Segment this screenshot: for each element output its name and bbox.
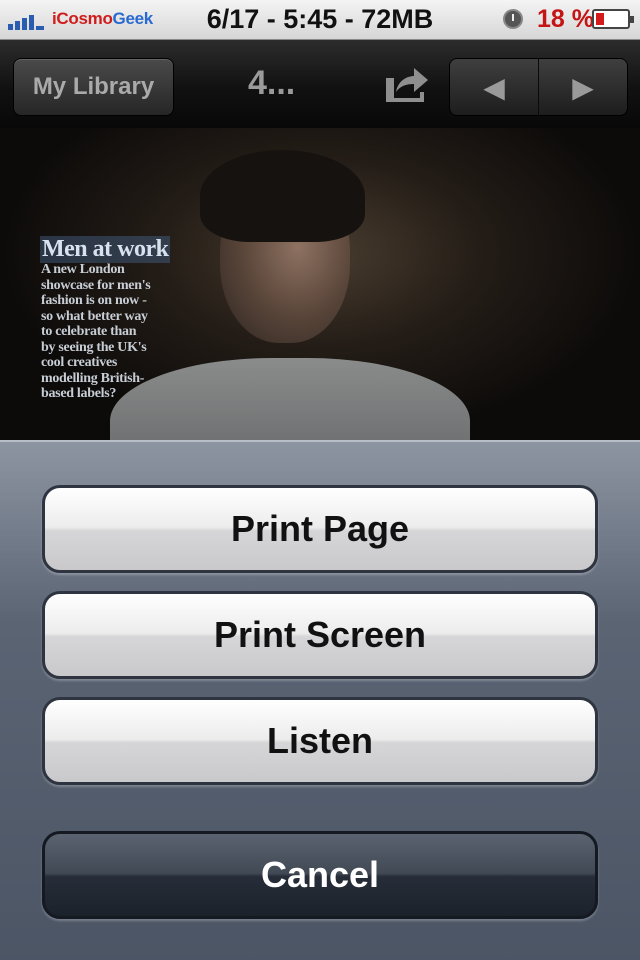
battery-icon bbox=[592, 9, 634, 29]
page-navigation: ◀ ▶ bbox=[449, 58, 628, 116]
action-sheet: Print Page Print Screen Listen Cancel bbox=[0, 440, 640, 960]
article-intro: A new London showcase for men's fashion … bbox=[41, 262, 151, 401]
print-page-button[interactable]: Print Page bbox=[42, 485, 598, 573]
previous-arrow-icon[interactable]: ◀ bbox=[450, 59, 539, 115]
my-library-button[interactable]: My Library bbox=[13, 58, 174, 116]
magazine-page-image: Men at work A new London showcase for me… bbox=[0, 128, 640, 440]
model-hair bbox=[200, 150, 365, 242]
article-headline: Men at work bbox=[40, 236, 171, 263]
print-screen-button[interactable]: Print Screen bbox=[42, 591, 598, 679]
navigation-bar: My Library 4... ◀ ▶ bbox=[0, 40, 640, 128]
alarm-clock-icon bbox=[503, 9, 523, 29]
status-bar: iCosmoGeek 6/17 - 5:45 - 72MB 18 % bbox=[0, 0, 640, 40]
listen-button[interactable]: Listen bbox=[42, 697, 598, 785]
share-icon[interactable] bbox=[382, 64, 428, 104]
cancel-button[interactable]: Cancel bbox=[42, 831, 598, 919]
page-title: 4... bbox=[248, 64, 296, 102]
next-arrow-icon[interactable]: ▶ bbox=[539, 59, 627, 115]
battery-percent: 18 % bbox=[537, 5, 594, 33]
